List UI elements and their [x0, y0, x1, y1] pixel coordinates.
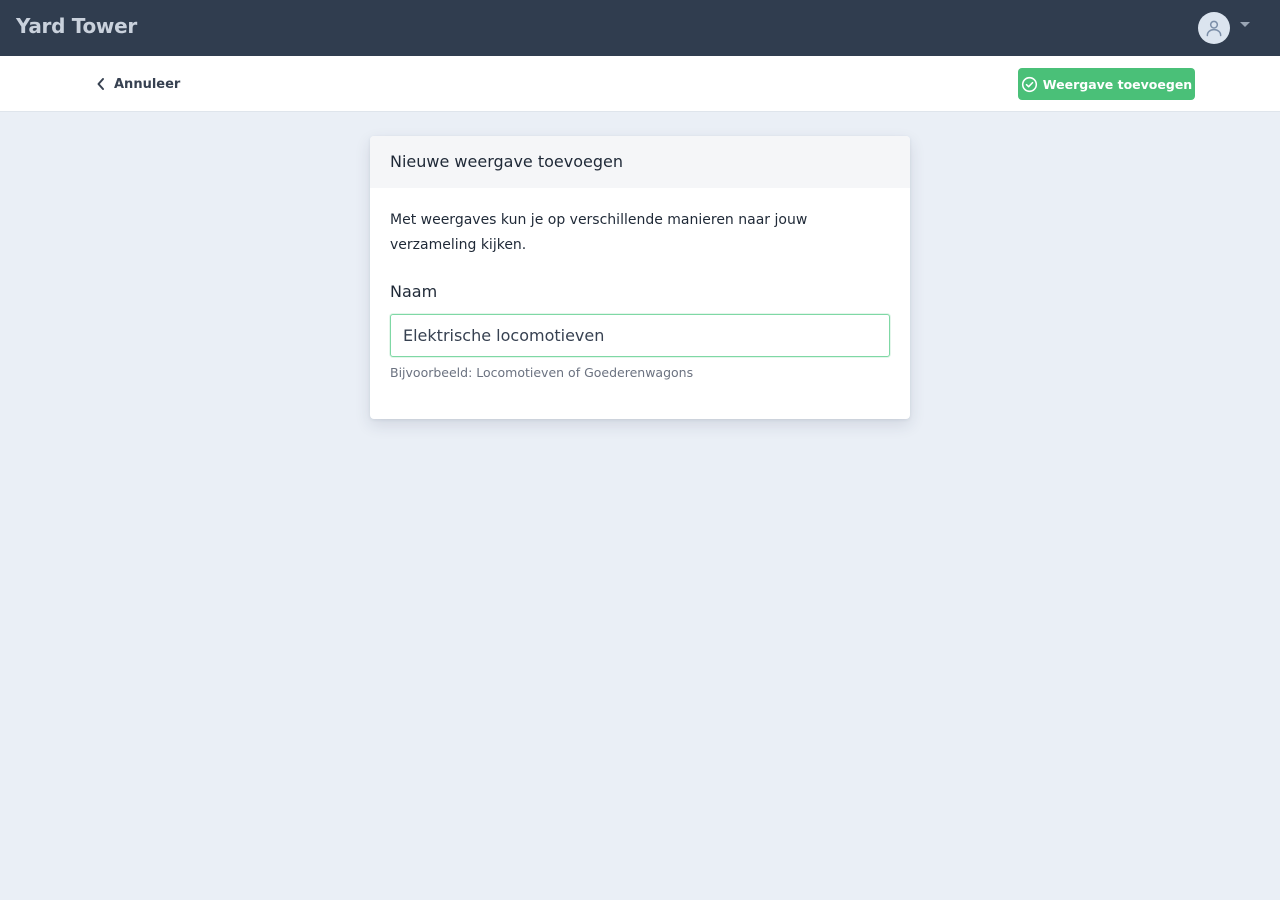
- name-label: Naam: [390, 282, 438, 301]
- card-body: Met weergaves kun je op verschillende ma…: [370, 188, 910, 380]
- chevron-left-icon: [97, 78, 104, 90]
- check-circle-icon: [1021, 76, 1037, 92]
- add-view-button[interactable]: Weergave toevoegen: [1018, 68, 1195, 100]
- add-view-label: Weergave toevoegen: [1042, 76, 1193, 92]
- top-navbar: Yard Tower: [0, 0, 1280, 56]
- cancel-button[interactable]: Annuleer: [96, 73, 180, 95]
- user-icon[interactable]: [1198, 12, 1230, 44]
- card-title: Nieuwe weergave toevoegen: [370, 136, 910, 188]
- card-description: Met weergaves kun je op verschillende ma…: [390, 212, 808, 253]
- action-bar: Annuleer Weergave toevoegen: [0, 56, 1280, 112]
- user-menu[interactable]: [1198, 12, 1250, 44]
- name-input[interactable]: [390, 314, 890, 357]
- cancel-label: Annuleer: [114, 76, 181, 92]
- name-hint: Bijvoorbeeld: Locomotieven of Goederenwa…: [390, 365, 694, 380]
- brand-logo[interactable]: Yard Tower: [16, 14, 137, 38]
- caret-down-icon[interactable]: [1240, 21, 1250, 27]
- new-view-card: Nieuwe weergave toevoegen Met weergaves …: [370, 136, 910, 419]
